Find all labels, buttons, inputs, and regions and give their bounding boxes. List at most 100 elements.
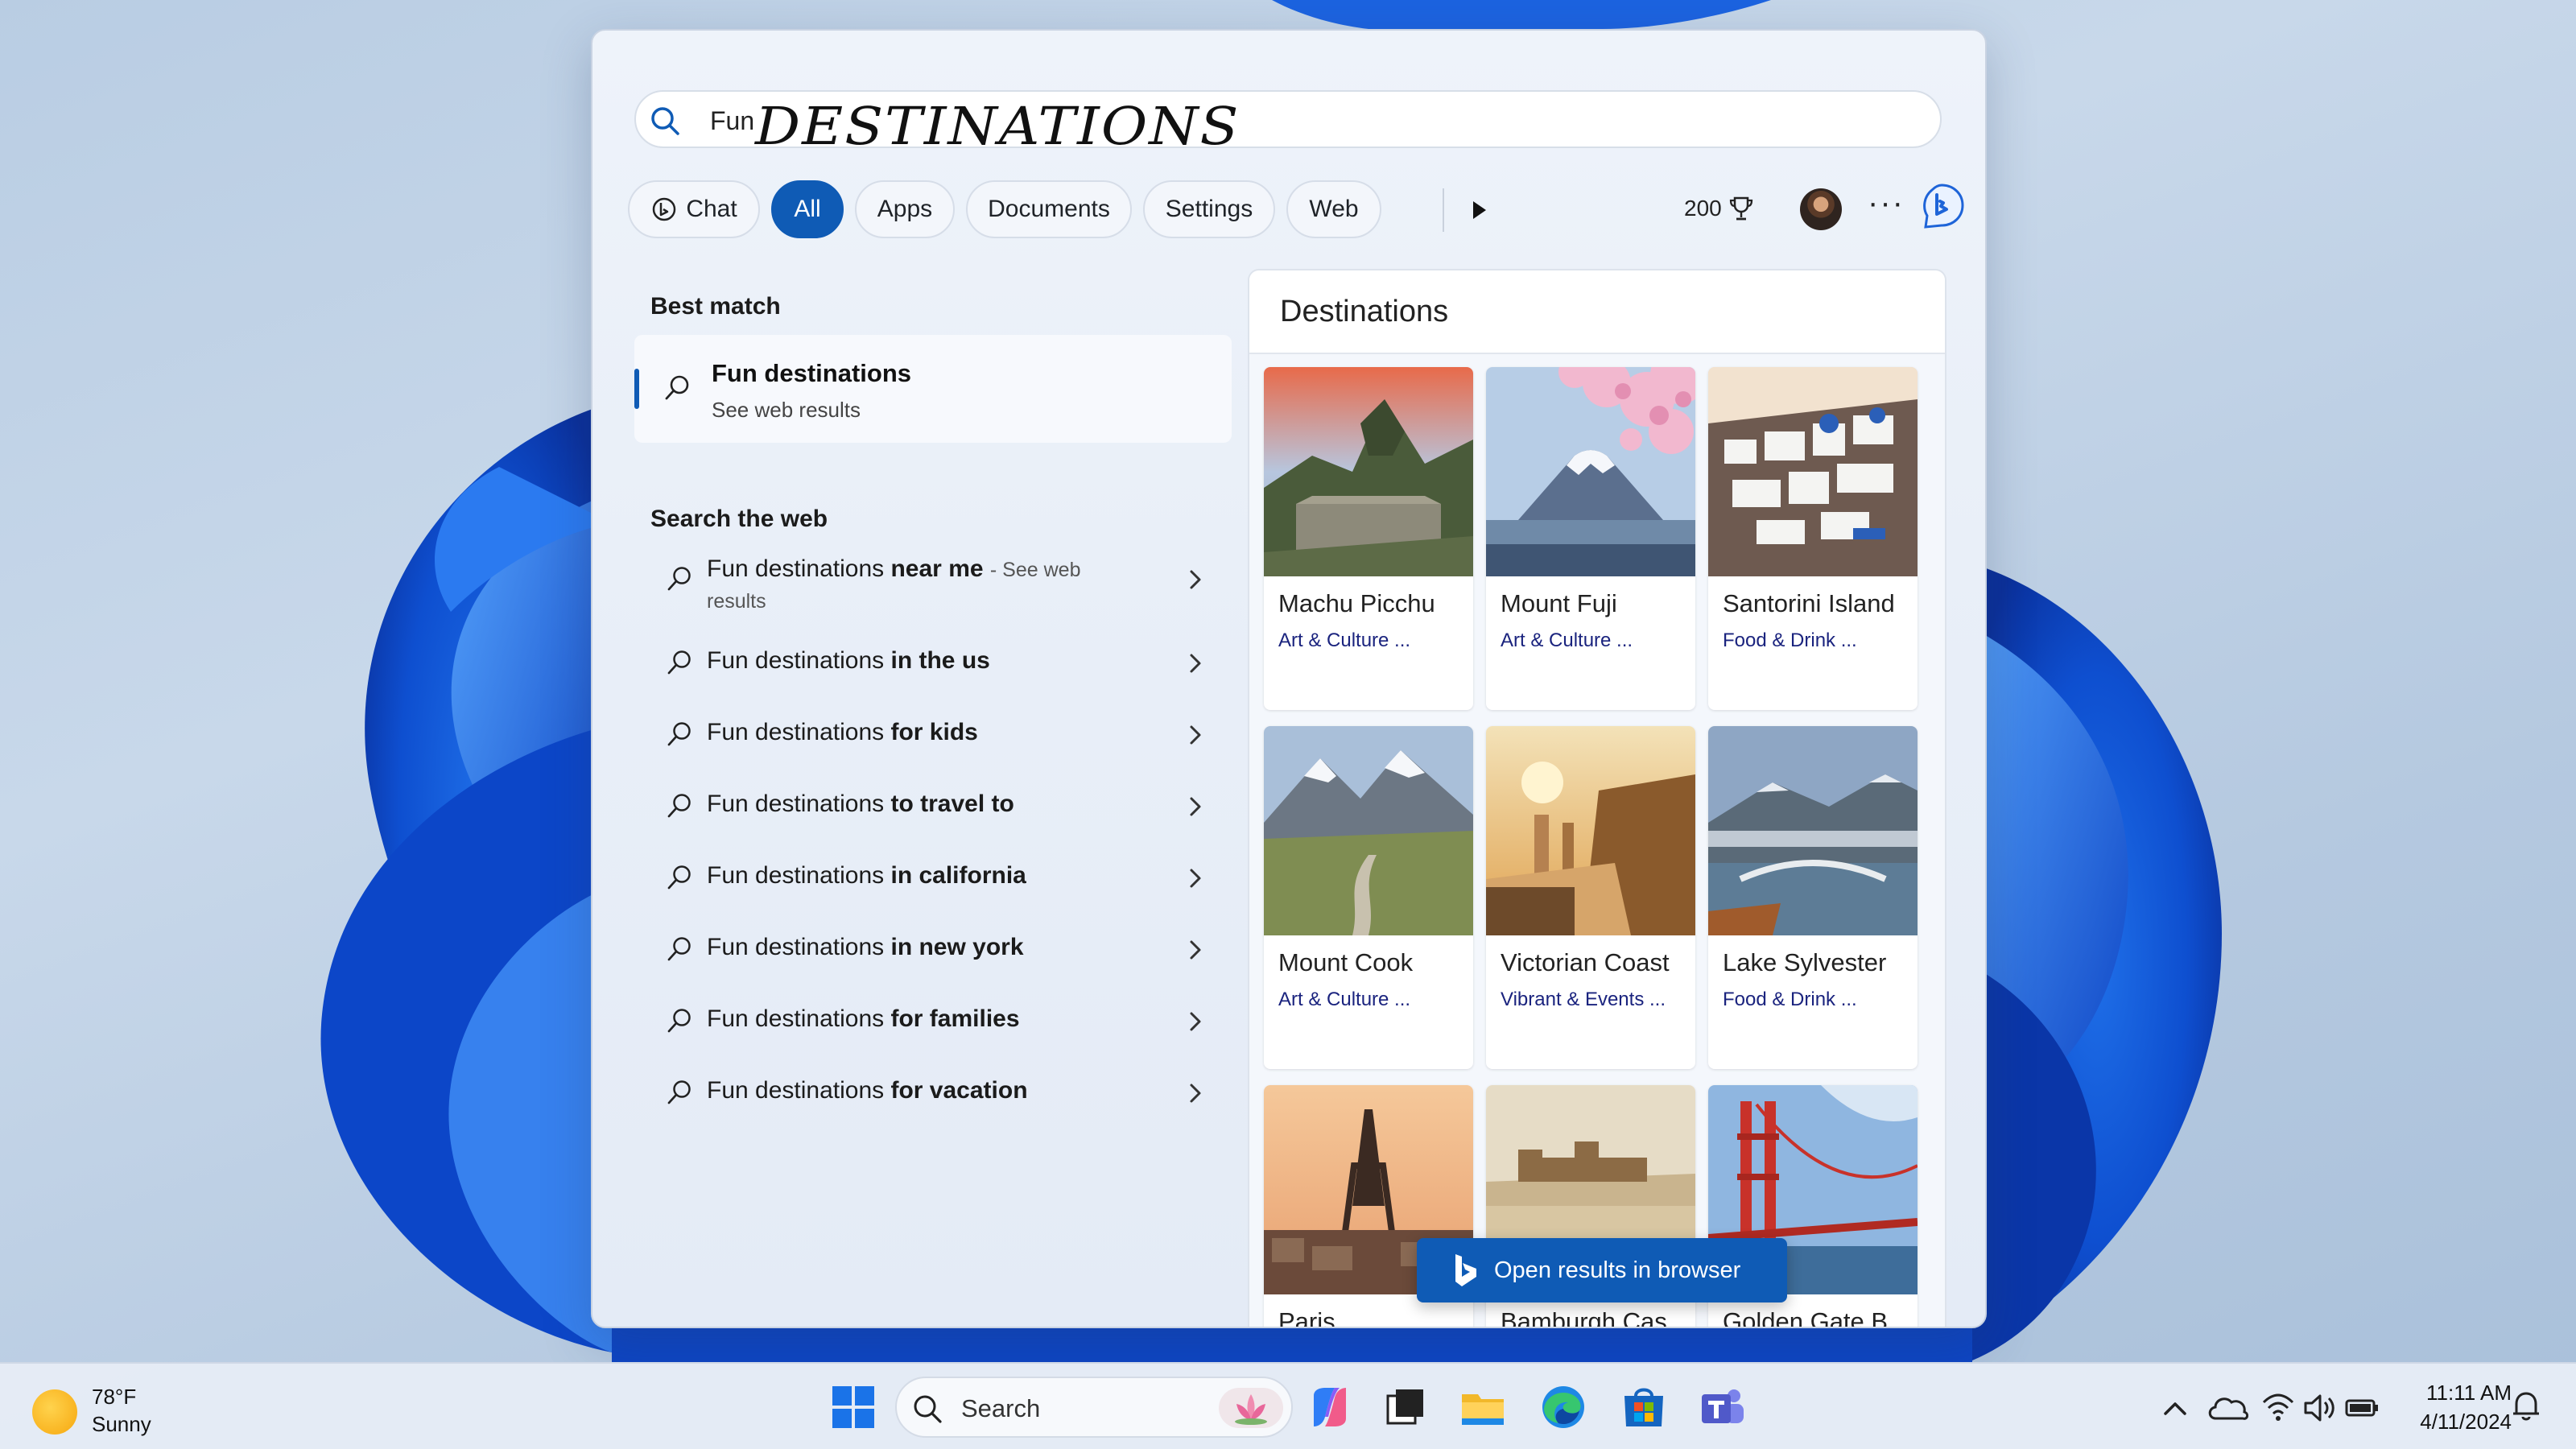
filter-divider — [1443, 188, 1444, 232]
web-suggestion-item[interactable]: Fun destinations for vacation — [634, 1059, 1232, 1129]
destination-category: Food & Drink ... — [1723, 989, 1857, 1010]
destination-category: Vibrant & Events ... — [1501, 989, 1666, 1010]
destination-image — [1264, 367, 1473, 576]
search-box[interactable]: Fun DESTINATIONS — [634, 90, 1942, 157]
web-suggestion-item[interactable]: Fun destinations near me - See web resul… — [634, 546, 1232, 626]
wifi-icon[interactable] — [2260, 1388, 2296, 1428]
copilot-icon[interactable] — [1302, 1380, 1357, 1435]
filter-documents[interactable]: Documents — [966, 180, 1132, 238]
destination-name: Golden Gate B... — [1723, 1307, 1909, 1328]
destination-card[interactable]: Santorini Island Food & Drink ... — [1708, 367, 1918, 710]
rewards-points-value: 200 — [1684, 196, 1722, 221]
more-options-button[interactable]: ··· — [1868, 185, 1905, 221]
system-clock[interactable]: 11:11 AM 4/11/2024 — [2399, 1378, 2512, 1436]
destination-card[interactable]: Mount Fuji Art & Culture ... — [1486, 367, 1695, 710]
destination-name: Paris — [1278, 1307, 1335, 1328]
destination-card[interactable]: Mount Cook Art & Culture ... — [1264, 726, 1473, 1069]
best-match-heading: Best match — [650, 293, 781, 320]
battery-icon[interactable] — [2344, 1388, 2380, 1428]
search-icon — [667, 567, 691, 591]
web-suggestion-text: Fun destinations in new york — [707, 934, 1024, 961]
web-suggestion-text: Fun destinations near me - See web resul… — [707, 554, 1080, 617]
chevron-up-icon[interactable] — [2159, 1388, 2191, 1428]
file-explorer-icon[interactable] — [1455, 1380, 1510, 1435]
chevron-right-icon — [1190, 725, 1201, 745]
suggestion-prefix: Fun destinations — [707, 934, 885, 960]
suggestion-prefix: Fun destinations — [707, 647, 885, 674]
destination-image — [1708, 726, 1918, 935]
microsoft-store-icon[interactable] — [1616, 1380, 1671, 1435]
suggestion-completion: in the us — [890, 647, 990, 674]
clock-time: 11:11 AM — [2426, 1381, 2512, 1405]
chevron-right-icon — [1190, 654, 1201, 673]
suggestion-prefix: Fun destinations — [707, 862, 885, 889]
web-suggestion-text: Fun destinations for families — [707, 1005, 1020, 1033]
open-results-in-browser-button[interactable]: Open results in browser — [1417, 1238, 1787, 1302]
best-match-item[interactable]: Fun destinations See web results — [634, 335, 1232, 443]
filter-settings[interactable]: Settings — [1143, 180, 1275, 238]
suggestion-completion: to travel to — [890, 791, 1014, 817]
web-suggestion-item[interactable]: Fun destinations in california — [634, 844, 1232, 914]
search-icon — [667, 1009, 691, 1033]
search-icon — [665, 375, 689, 400]
task-view-icon[interactable] — [1378, 1380, 1433, 1435]
edge-browser-icon[interactable] — [1536, 1380, 1591, 1435]
web-suggestion-item[interactable]: Fun destinations to travel to — [634, 773, 1232, 842]
destination-card[interactable]: Victorian Coast Vibrant & Events ... — [1486, 726, 1695, 1069]
chevron-right-icon — [1190, 570, 1201, 589]
windows-start-icon[interactable] — [826, 1380, 881, 1435]
destination-image — [1486, 367, 1695, 576]
suggestion-completion: near me — [890, 555, 984, 582]
destination-card[interactable]: Machu Picchu Art & Culture ... — [1264, 367, 1473, 710]
filter-all[interactable]: All — [771, 180, 844, 238]
more-filters-button[interactable] — [1457, 188, 1502, 232]
suggestion-completion: for vacation — [890, 1077, 1028, 1104]
chevron-right-icon — [1190, 869, 1201, 888]
search-icon — [667, 794, 691, 818]
destination-name: Victorian Coast — [1501, 948, 1670, 976]
web-suggestion-item[interactable]: Fun destinations in new york — [634, 916, 1232, 985]
teams-icon[interactable] — [1694, 1380, 1748, 1435]
open-results-label: Open results in browser — [1494, 1257, 1741, 1283]
suggestion-prefix: Fun destinations — [707, 1005, 885, 1032]
rewards-points[interactable]: 200 — [1684, 195, 1754, 222]
suggestion-prefix: Fun destinations — [707, 719, 885, 745]
filter-apps[interactable]: Apps — [855, 180, 955, 238]
search-flyout: Fun DESTINATIONS Chat All Apps Documents… — [591, 29, 1987, 1328]
web-suggestion-item[interactable]: Fun destinations for kids — [634, 701, 1232, 770]
filter-chat-label: Chat — [686, 196, 737, 222]
notification-bell-icon[interactable] — [2510, 1388, 2542, 1423]
web-suggestion-text: Fun destinations for vacation — [707, 1077, 1028, 1104]
destination-name: Mount Fuji — [1501, 589, 1617, 617]
chevron-right-icon — [1190, 1012, 1201, 1031]
destination-card[interactable]: Lake Sylvester Food & Drink ... — [1708, 726, 1918, 1069]
destination-image — [1264, 726, 1473, 935]
taskbar-search-box[interactable]: Search — [895, 1377, 1293, 1438]
destination-image — [1708, 367, 1918, 576]
filter-web-label: Web — [1309, 196, 1359, 222]
search-icon — [651, 107, 679, 135]
destination-category: Art & Culture ... — [1278, 630, 1411, 651]
web-suggestion-item[interactable]: Fun destinations in the us — [634, 630, 1232, 699]
volume-icon[interactable] — [2302, 1388, 2338, 1428]
destination-name: Machu Picchu — [1278, 589, 1435, 617]
filter-web[interactable]: Web — [1286, 180, 1381, 238]
suggestion-completion: for kids — [890, 719, 978, 745]
weather-widget[interactable]: 78°F Sunny — [32, 1380, 193, 1436]
user-avatar[interactable] — [1800, 188, 1842, 230]
search-icon — [914, 1395, 942, 1423]
search-icon — [667, 865, 691, 890]
taskbar: 78°F Sunny Search 11:11 AM 4/11/2024 — [0, 1362, 2576, 1449]
suggestion-prefix: Fun destinations — [707, 1077, 885, 1104]
web-suggestion-text: Fun destinations to travel to — [707, 791, 1014, 818]
filter-chat[interactable]: Chat — [628, 180, 760, 238]
destination-image — [1486, 726, 1695, 935]
destination-name: Santorini Island — [1723, 589, 1895, 617]
clock-date: 4/11/2024 — [2420, 1410, 2512, 1434]
onedrive-cloud-icon[interactable] — [2206, 1388, 2249, 1428]
web-suggestion-item[interactable]: Fun destinations for families — [634, 988, 1232, 1057]
taskbar-search-label: Search — [961, 1394, 1041, 1422]
destination-name: Mount Cook — [1278, 948, 1414, 976]
bing-chat-icon[interactable] — [1916, 180, 1967, 232]
copilot-chat-icon — [653, 197, 676, 221]
